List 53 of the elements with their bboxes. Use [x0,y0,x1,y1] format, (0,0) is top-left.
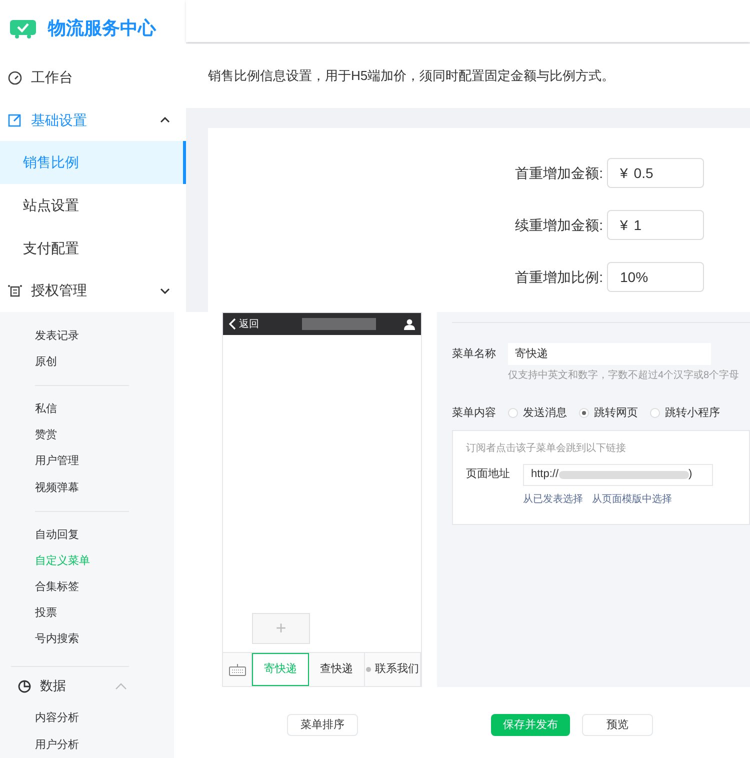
nav-item[interactable]: 授权管理 [0,269,186,312]
text-link[interactable]: 从已发表选择 [523,492,583,506]
description-text: 销售比例信息设置，用于H5端加价，须同时配置固定金额与比例方式。 [208,67,615,86]
url-input[interactable]: http:// ) [523,464,713,486]
nav-icon [8,284,22,298]
radio-option[interactable]: 发送消息 [508,405,567,422]
form-label: 首重增加金额: [515,164,603,182]
menu-item[interactable]: 赞赏 [0,422,174,449]
menu-item[interactable]: 号内搜索 [0,626,174,653]
amount-field[interactable]: ¥ 1 [607,210,704,240]
nav-subitem[interactable]: 支付配置 [0,226,186,270]
hint-text: 订阅者点击该子菜单会跳到以下链接 [466,442,627,456]
form-label: 首重增加比例: [515,268,603,286]
person-icon [404,318,415,330]
menu-tab[interactable]: 联系我们 [365,653,421,686]
menu-item[interactable]: 合集标签 [0,574,174,600]
chevron-down-icon [160,288,170,294]
brand-title: 物流服务中心 [48,16,156,40]
menu-item[interactable]: 用户管理 [0,448,174,475]
menu-item[interactable]: 私信 [0,396,174,422]
field-label: 菜单内容 [452,406,497,421]
menu-item[interactable]: 原创 [0,349,174,376]
menu-name-input[interactable]: 寄快递 [508,343,711,365]
radio-option[interactable]: 跳转网页 [579,405,638,422]
text-link[interactable]: 从页面模版中选择 [592,492,672,506]
back-icon [229,318,236,330]
form-label: 续重增加金额: [515,216,603,234]
field-label: 菜单名称 [452,346,497,362]
field-label: 页面地址 [466,467,511,482]
pie-chart-icon [18,680,31,693]
radio-option[interactable]: 跳转小程序 [650,405,720,422]
amount-field[interactable]: 10% [607,262,704,292]
amount-field[interactable]: ¥ 0.5 [607,158,704,188]
nav-item[interactable]: 工作台 [0,56,186,99]
menu-item[interactable]: 投票 [0,600,174,627]
menu-item[interactable]: 用户分析 [0,732,174,758]
nav-icon [8,113,22,128]
nav-icon [8,70,22,85]
menu-tab[interactable]: 查快递 [309,653,365,686]
chevron-up-icon [115,682,127,690]
action-button[interactable]: 预览 [582,714,653,736]
menu-item[interactable]: 视频弹幕 [0,474,174,501]
menu-item[interactable]: 自动回复 [0,522,174,548]
back-link[interactable]: 返回 [239,316,259,332]
truck-logo-icon [10,17,36,40]
menu-item[interactable]: 发表记录 [0,323,174,350]
hint-text: 仅支持中英文和数字，字数不超过4个汉字或8个字母 [508,368,740,383]
section-header[interactable]: 数据 [0,666,174,706]
keyboard-icon [228,664,246,676]
nav-subitem[interactable]: 站点设置 [0,184,186,227]
chevron-up-icon [160,117,170,124]
action-button[interactable]: 菜单排序 [287,714,358,736]
menu-item[interactable]: 内容分析 [0,706,174,732]
